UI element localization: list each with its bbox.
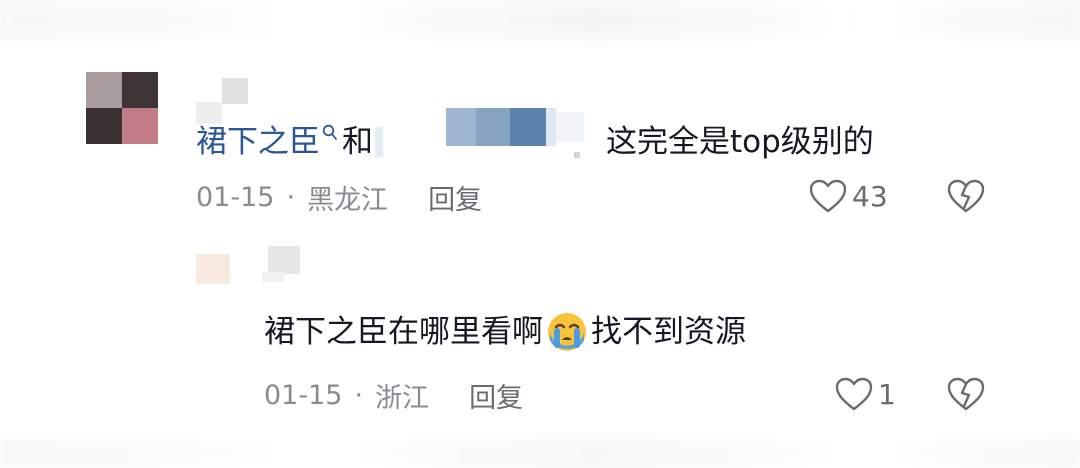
blurred-mention-username: [446, 108, 556, 146]
meta-separator: ·: [354, 380, 364, 411]
comment-date: 01-15: [264, 380, 343, 411]
comment-text: 这完全是top级别的: [606, 124, 874, 160]
dislike-button[interactable]: [946, 178, 986, 214]
comment-body: 这完全是top级别的: [606, 122, 874, 162]
blurred-mention-fragment: [574, 152, 580, 158]
avatar-tile: [122, 108, 158, 144]
blurred-username-fragment: [222, 78, 248, 104]
comment-location: 黑龙江: [307, 185, 389, 216]
avatar-tile: [86, 108, 122, 144]
like-count: 1: [878, 377, 896, 411]
broken-heart-icon: [946, 376, 986, 412]
comment-section: 裙下之臣 和 这完全是top级别的 01-15 · 黑龙江 回复 43 裙下之臣…: [0, 0, 1080, 468]
reply-button[interactable]: 回复: [428, 178, 482, 217]
comment-text: 裙下之臣在哪里看啊: [264, 314, 543, 350]
mention-connector: 和: [342, 124, 373, 160]
like-button[interactable]: 1: [834, 376, 896, 412]
comment-meta: 01-15 · 黑龙江 回复: [196, 178, 482, 217]
blurred-top-edge: [0, 0, 1080, 40]
like-button[interactable]: 43: [808, 178, 888, 214]
avatar[interactable]: [196, 254, 230, 284]
comment-text-line: 裙下之臣 和: [196, 122, 383, 162]
mention-link[interactable]: 裙下之臣: [196, 122, 320, 162]
comment-text-tail: 找不到资源: [591, 314, 746, 350]
crying-face-emoji: [545, 310, 589, 354]
comment-date: 01-15: [196, 182, 275, 213]
comment-location: 浙江: [375, 383, 430, 414]
blurred-mention-tail: [375, 127, 383, 157]
blurred-mention-fragment: [556, 112, 584, 142]
avatar-tile: [122, 72, 158, 108]
dislike-button[interactable]: [946, 376, 986, 412]
heart-outline-icon: [808, 178, 848, 214]
comment-meta: 01-15 · 浙江 回复: [264, 376, 523, 415]
blurred-username-fragment: [268, 246, 300, 274]
avatar[interactable]: [86, 72, 158, 144]
like-count: 43: [852, 179, 888, 213]
broken-heart-icon: [946, 178, 986, 214]
heart-outline-icon: [834, 376, 874, 412]
meta-separator: ·: [286, 182, 296, 213]
blurred-username-fragment: [196, 102, 222, 124]
search-superscript-icon[interactable]: [322, 124, 338, 142]
blurred-bottom-edge: [0, 438, 1080, 468]
comment-text-line: 裙下之臣在哪里看啊 找不到资源: [264, 310, 746, 354]
blurred-username-fragment: [262, 272, 284, 282]
avatar-tile: [86, 72, 122, 108]
reply-button[interactable]: 回复: [469, 376, 523, 415]
